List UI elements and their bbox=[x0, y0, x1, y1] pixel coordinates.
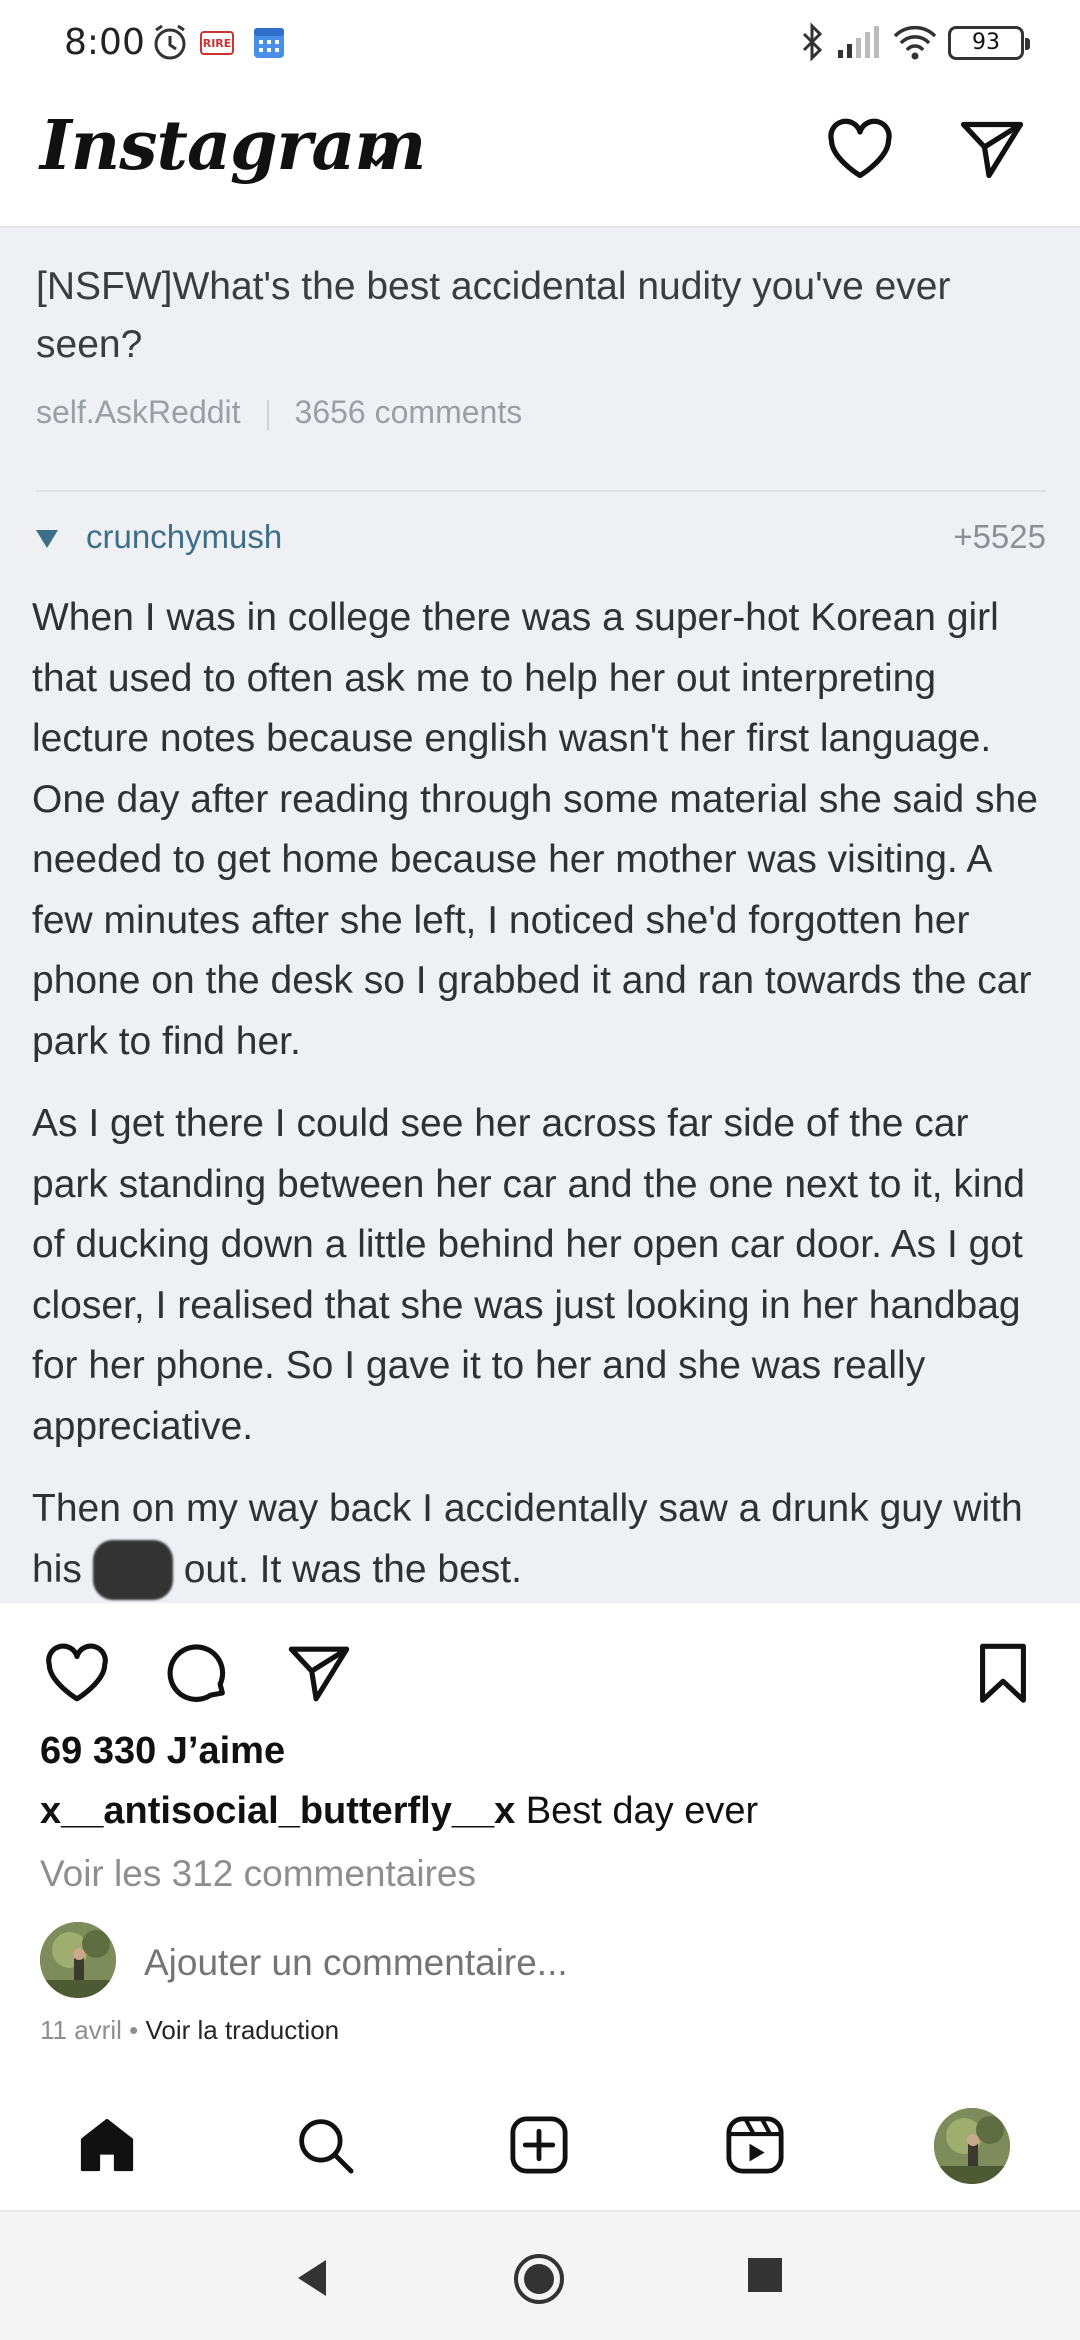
share-icon[interactable] bbox=[284, 1639, 354, 1714]
post-actions bbox=[0, 1603, 1080, 1733]
comment-paragraph: When I was in college there was a super-… bbox=[32, 596, 1038, 1063]
comment-author: crunchymush bbox=[86, 518, 283, 555]
post-caption: x__antisocial_butterfly__x Best day ever bbox=[40, 1790, 758, 1833]
add-comment-row bbox=[40, 1922, 1040, 2002]
avatar bbox=[40, 1922, 116, 1998]
svg-text:RIRE: RIRE bbox=[203, 37, 232, 50]
recents-icon[interactable] bbox=[746, 2256, 784, 2299]
search-icon[interactable] bbox=[292, 2112, 358, 2183]
comment-paragraph: As I get there I could see her across fa… bbox=[32, 1102, 1025, 1448]
battery-icon: 93 bbox=[948, 26, 1030, 60]
signal-icon bbox=[836, 26, 880, 65]
bookmark-icon[interactable] bbox=[968, 1639, 1038, 1714]
reddit-post-meta: self.AskReddit 3656 comments bbox=[36, 394, 522, 431]
bottom-tab-bar bbox=[0, 2080, 1080, 2210]
collapse-arrow-icon bbox=[36, 530, 58, 548]
post-image[interactable]: [NSFW]What's the best accidental nudity … bbox=[0, 228, 1080, 1603]
create-icon[interactable] bbox=[506, 2112, 572, 2183]
censored-word: cock bbox=[92, 1539, 173, 1600]
like-count[interactable]: 69 330 J’aime bbox=[40, 1730, 285, 1773]
reddit-post-title: [NSFW]What's the best accidental nudity … bbox=[36, 265, 951, 366]
date-separator: • bbox=[121, 2015, 146, 2045]
app-notification-icon: RIRE bbox=[200, 28, 234, 63]
home-icon[interactable] bbox=[74, 2112, 140, 2183]
comment-icon[interactable] bbox=[164, 1639, 234, 1714]
caption-text: Best day ever bbox=[525, 1790, 759, 1832]
status-bar: 8:00 RIRE 93 bbox=[0, 0, 1080, 90]
post-date: 11 avril bbox=[40, 2015, 122, 2045]
app-header: Instagram bbox=[0, 90, 1080, 228]
divider bbox=[36, 490, 1046, 492]
caption-username[interactable]: x__antisocial_butterfly__x bbox=[40, 1790, 515, 1832]
meta-separator bbox=[266, 399, 269, 430]
send-icon[interactable] bbox=[956, 114, 1028, 191]
comment-paragraph: Then on my way back I accidentally saw a… bbox=[32, 1479, 1050, 1600]
like-icon[interactable] bbox=[42, 1639, 112, 1714]
paragraph-text: out. It was the best. bbox=[172, 1547, 522, 1591]
comment-count: 3656 comments bbox=[294, 394, 523, 430]
heart-icon[interactable] bbox=[824, 114, 896, 191]
view-comments-link[interactable]: Voir les 312 commentaires bbox=[40, 1853, 476, 1895]
system-nav-bar bbox=[0, 2210, 1080, 2340]
post-date-row: 11 avril • Voir la traduction bbox=[40, 2015, 339, 2046]
comment-input[interactable] bbox=[144, 1942, 944, 1984]
chevron-down-icon[interactable] bbox=[358, 146, 394, 175]
calendar-icon bbox=[252, 24, 286, 65]
home-nav-icon[interactable] bbox=[512, 2252, 566, 2311]
reddit-comment-body: When I was in college there was a super-… bbox=[32, 588, 1050, 1603]
profile-avatar[interactable] bbox=[934, 2108, 1010, 2184]
status-time: 8:00 bbox=[64, 22, 145, 63]
back-icon[interactable] bbox=[292, 2256, 332, 2305]
alarm-icon bbox=[150, 22, 190, 67]
subreddit-label: self.AskReddit bbox=[36, 394, 241, 430]
bluetooth-icon bbox=[800, 22, 826, 67]
reddit-comment-header: crunchymush +5525 bbox=[36, 518, 1046, 568]
see-translation-link[interactable]: Voir la traduction bbox=[145, 2015, 339, 2045]
comment-score: +5525 bbox=[953, 518, 1046, 555]
reels-icon[interactable] bbox=[722, 2112, 788, 2183]
wifi-icon bbox=[892, 22, 938, 67]
